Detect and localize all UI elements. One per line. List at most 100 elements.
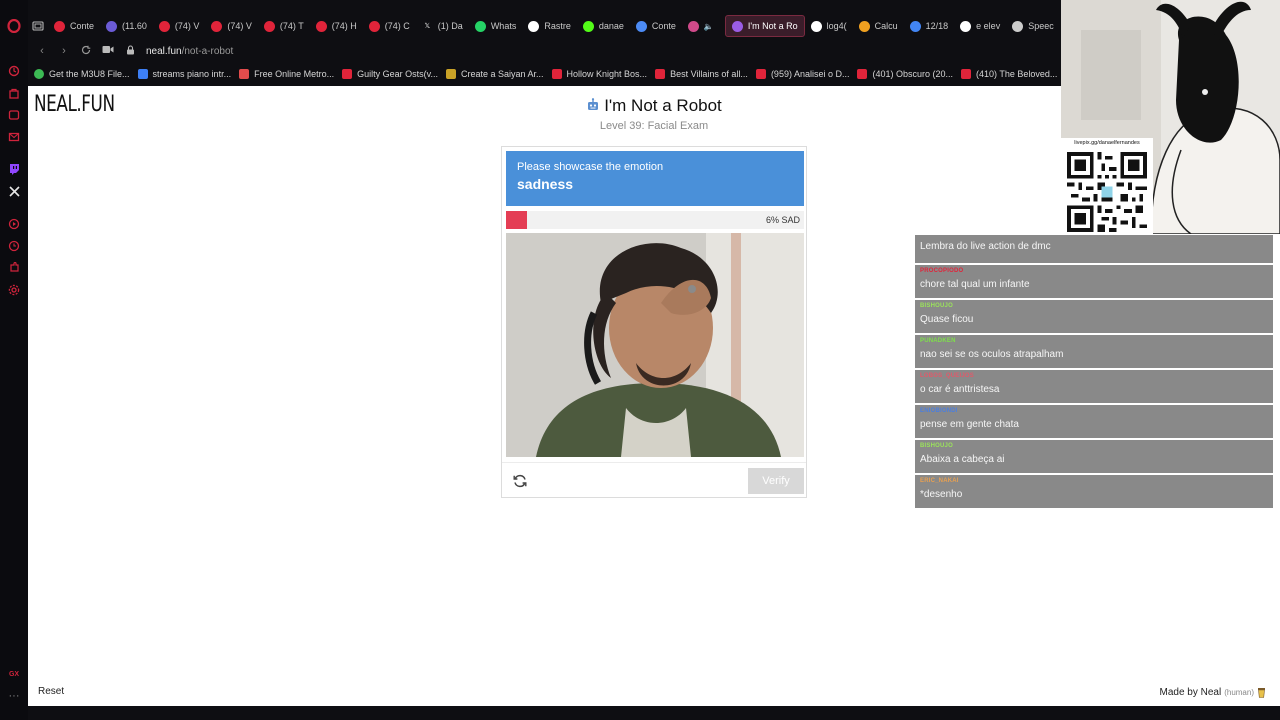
chat-message: BISHOUJO Quase ficou — [915, 300, 1273, 333]
lock-icon[interactable] — [124, 44, 136, 58]
bookmark-item[interactable]: Best Villains of all... — [655, 69, 748, 79]
youtube-icon — [54, 20, 65, 32]
browser-tab[interactable]: 🔈 — [682, 15, 725, 37]
target-emotion: sadness — [517, 176, 574, 192]
browser-tab[interactable]: I'm Not a Ro — [724, 15, 805, 37]
youtube-icon — [315, 20, 327, 32]
u-icon — [342, 69, 353, 79]
bookmark-label: (401) Obscuro (20... — [872, 69, 954, 79]
youtube-icon — [961, 69, 972, 79]
emotion-prompt: Please showcase the emotion sadness — [506, 151, 804, 206]
x-twitter-icon[interactable] — [6, 183, 22, 199]
tab-label: Rastre — [544, 21, 571, 31]
donation-qr-panel[interactable]: livepix.gg/danaelfernandes — [1061, 138, 1153, 234]
kick-icon — [582, 20, 594, 32]
u-icon — [551, 69, 562, 79]
webcam-feed — [506, 233, 804, 457]
bookmark-label: Hollow Knight Bos... — [566, 69, 648, 79]
dropbox-icon — [137, 69, 148, 79]
bookmark-item[interactable]: (959) Analisei o D... — [755, 69, 849, 79]
opera-logo-icon[interactable] — [6, 18, 22, 34]
chat-message: Lembra do live action de dmc — [915, 235, 1273, 263]
reset-button[interactable]: Reset — [38, 686, 64, 697]
browser-tab[interactable]: Conte — [48, 15, 100, 37]
browser-tab[interactable]: (74) C — [363, 15, 416, 37]
history-icon[interactable] — [6, 63, 22, 79]
browser-tab[interactable]: danae — [577, 15, 630, 37]
pencil-icon — [445, 69, 456, 79]
tab-label: Calcu — [874, 21, 898, 31]
tabs: Conte (11.60 (74) V (74) V (74) T (74) H (74) … — [48, 15, 1060, 37]
verify-button[interactable]: Verify — [748, 468, 804, 494]
browser-tab[interactable]: log4( — [805, 15, 853, 37]
player-icon[interactable] — [6, 216, 22, 232]
tracking-icon — [528, 20, 540, 32]
url-path: /not-a-robot — [181, 45, 234, 57]
tab-label: e elev — [976, 21, 1001, 31]
chat-username: BISHOUJO — [920, 443, 953, 449]
tab-label: (74) C — [384, 21, 410, 31]
forward-icon[interactable]: › — [58, 45, 70, 57]
reload-icon[interactable] — [80, 45, 92, 58]
made-by-credit[interactable]: Made by Neal (human) — [1160, 687, 1267, 698]
whatsapp-icon — [474, 20, 486, 32]
bookmark-label: streams piano intr... — [152, 69, 232, 79]
browser-tab[interactable]: (74) T — [258, 15, 310, 37]
browser-tab[interactable]: Whats — [469, 15, 523, 37]
bookmark-item[interactable]: Guilty Gear Osts(v... — [342, 69, 438, 79]
chat-username: PROCOPIODO — [920, 268, 964, 274]
browser-tab[interactable]: (74) V — [153, 15, 206, 37]
back-icon[interactable]: ‹ — [36, 45, 48, 57]
clock-icon[interactable] — [6, 238, 22, 254]
youtube-icon — [158, 20, 170, 32]
browser-tab[interactable]: Rastre — [522, 15, 577, 37]
made-by-text: Made by Neal — [1159, 687, 1222, 698]
webcam-image — [506, 233, 804, 457]
refresh-icon[interactable] — [510, 471, 530, 491]
extensions-icon[interactable] — [6, 260, 22, 276]
bookmarks-bar: Get the M3U8 File... streams piano intr..… — [28, 64, 1060, 84]
shopping-bag-icon[interactable] — [6, 85, 22, 101]
browser-tab[interactable]: Calcu — [853, 15, 904, 37]
tab-label: Conte — [70, 21, 95, 31]
messenger-icon[interactable] — [6, 107, 22, 123]
browser-tab[interactable]: Conte — [630, 15, 682, 37]
speaker-icon[interactable]: 🔈 — [704, 22, 714, 31]
calculator-icon — [858, 20, 870, 32]
bookmark-item[interactable]: streams piano intr... — [137, 69, 232, 79]
browser-tab[interactable]: 12/18 — [904, 15, 955, 37]
browser-tab[interactable]: 𝕏 (1) Da — [416, 15, 469, 37]
browser-tab[interactable]: Speec — [1006, 15, 1060, 37]
gmail-icon[interactable] — [6, 129, 22, 145]
bookmark-item[interactable]: (401) Obscuro (20... — [857, 69, 953, 79]
gx-icon[interactable]: GX — [6, 666, 22, 682]
made-by-note: (human) — [1224, 688, 1254, 697]
url-field[interactable]: neal.fun/not-a-robot — [146, 46, 233, 57]
camera-permission-icon[interactable] — [102, 45, 114, 57]
bookmark-item[interactable]: Free Online Metro... — [239, 69, 334, 79]
more-icon[interactable]: ··· — [6, 688, 22, 704]
tab-label: (74) V — [174, 21, 200, 31]
address-bar: ‹ › neal.fun/not-a-robot — [28, 40, 1060, 62]
browser-tab[interactable]: e elev — [954, 15, 1006, 37]
tab-overview-icon[interactable] — [28, 15, 48, 37]
settings-icon[interactable] — [6, 282, 22, 298]
emotion-meter-label: 6% SAD — [765, 215, 800, 225]
docs-icon — [635, 20, 647, 32]
bookmark-item[interactable]: Get the M3U8 File... — [34, 69, 130, 79]
browser-tab[interactable]: (11.60 — [100, 15, 153, 37]
chat-text: Abaixa a cabeça ai — [920, 454, 1005, 465]
bookmark-item[interactable]: (410) The Beloved... — [961, 69, 1057, 79]
tab-label: Whats — [490, 21, 517, 31]
shield-icon — [239, 69, 250, 79]
browser-tab[interactable]: (74) H — [310, 15, 363, 37]
tab-bar: Conte (11.60 (74) V (74) V (74) T (74) H (74) … — [28, 14, 1060, 38]
bookmark-item[interactable]: Create a Saiyan Ar... — [445, 69, 544, 79]
browser-tab[interactable]: (74) V — [205, 15, 258, 37]
bookmark-label: Best Villains of all... — [670, 69, 748, 79]
twitch-icon[interactable] — [6, 161, 22, 177]
youtube-icon — [857, 69, 868, 79]
bookmark-item[interactable]: Hollow Knight Bos... — [551, 69, 648, 79]
u-icon — [655, 69, 666, 79]
chat-message: ENIOBIONDI pense em gente chata — [915, 405, 1273, 438]
